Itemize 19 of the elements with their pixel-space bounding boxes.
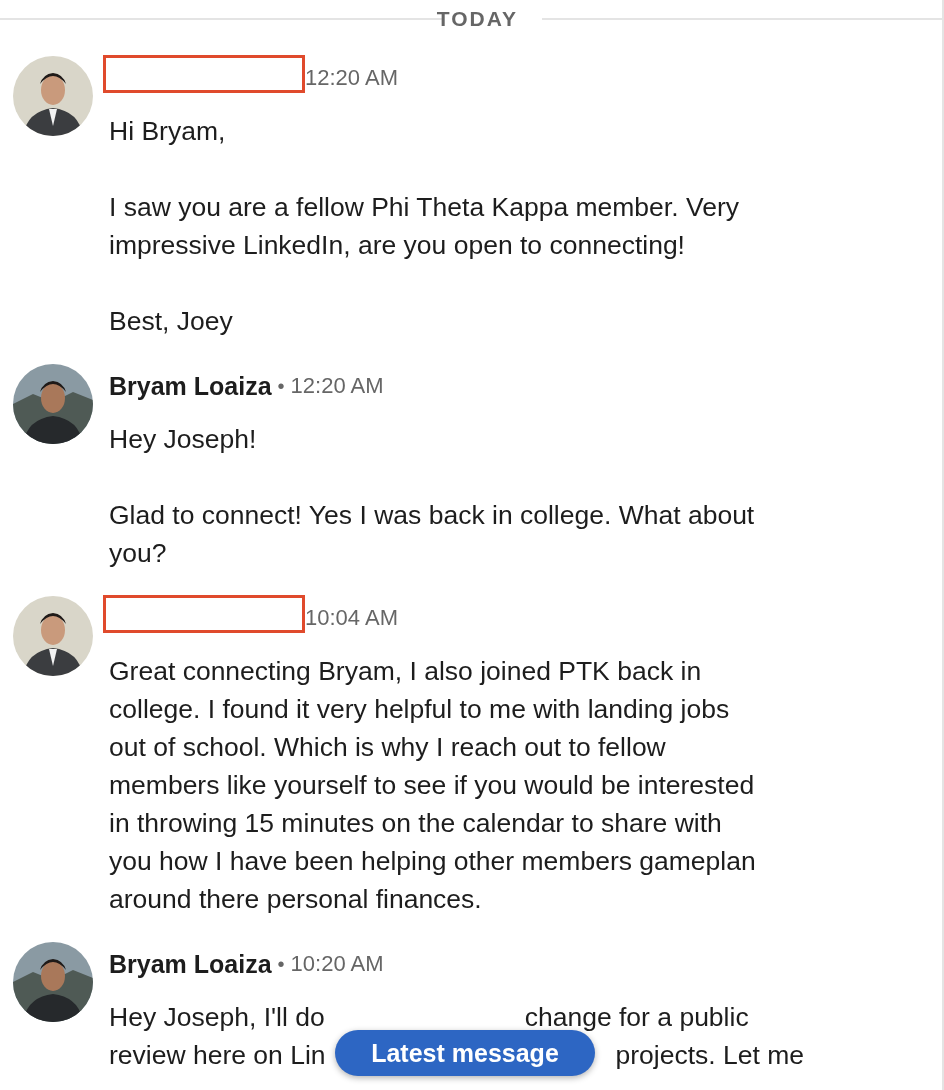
message-text: review here on Lin bbox=[109, 1039, 326, 1072]
message-text: Hey Joseph, I'll do bbox=[109, 1001, 325, 1034]
message-time: 10:04 AM bbox=[305, 605, 398, 631]
separator-dot: • bbox=[277, 952, 285, 976]
message-text: I saw you are a fellow Phi Theta Kappa member. Very impressive LinkedIn, are you open to connecting! bbox=[109, 191, 740, 262]
message-text: Hey Joseph! bbox=[109, 423, 258, 456]
message-time: 12:20 AM bbox=[290, 373, 384, 399]
message-text: Best, Joey bbox=[109, 305, 234, 338]
message-time: 10:20 AM bbox=[290, 951, 384, 977]
sender-name: Bryam Loaiza bbox=[109, 371, 272, 401]
separator-dot: • bbox=[277, 374, 285, 398]
message-text: Hi Bryam, bbox=[109, 115, 227, 148]
message-text: Great connecting Bryam, I also joined PTK back in college. I found it very helpful to me with landing jobs out of school. Which is why I reach out to fellow members like yourself to see if you would be interested in throwing 15 minutes on the calendar to share with you how I have been helping other members gameplan around there personal finances. bbox=[109, 655, 757, 916]
latest-message-button[interactable]: Latest message bbox=[335, 1030, 595, 1076]
message-text: Glad to connect! Yes I was back in college. What about you? bbox=[109, 499, 756, 570]
date-divider: TODAY bbox=[436, 7, 518, 31]
message-time: 12:20 AM bbox=[305, 65, 398, 91]
sender-name: Bryam Loaiza bbox=[109, 949, 272, 979]
message-text: projects. Let me bbox=[615, 1039, 805, 1072]
